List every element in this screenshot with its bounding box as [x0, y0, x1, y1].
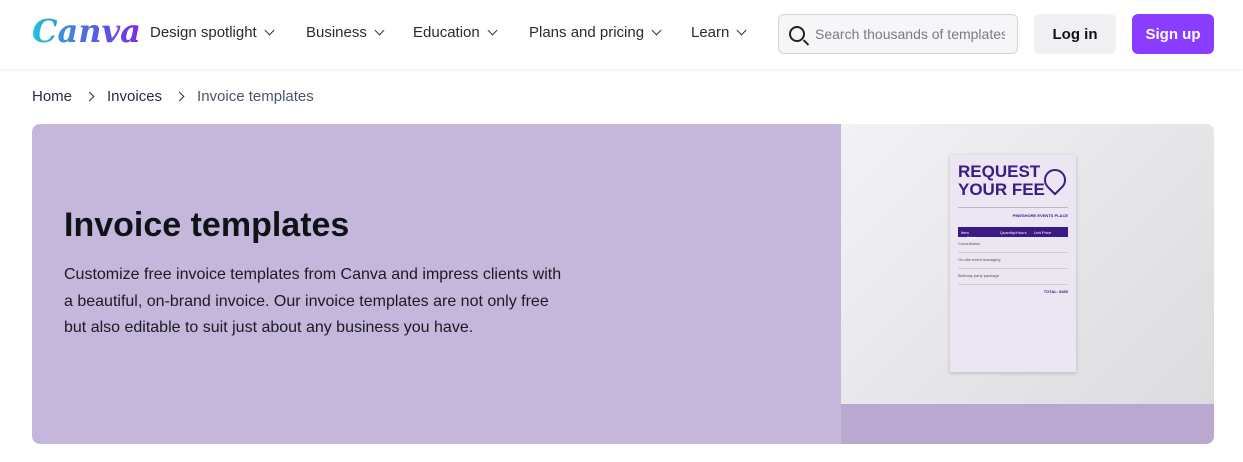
chevron-down-icon — [651, 25, 662, 36]
col: Unit Price — [1033, 230, 1052, 235]
col: Total — [967, 235, 976, 240]
col: Quantity/Hours — [999, 230, 1027, 235]
breadcrumb-invoices[interactable]: Invoices — [107, 88, 162, 105]
top-nav: Canva Design spotlight Business Educatio… — [0, 0, 1243, 69]
hero-image: REQUEST YOUR FEE PINESHORE EVENTS PLACE … — [841, 124, 1214, 404]
nav-education[interactable]: Education — [413, 24, 498, 41]
breadcrumb: Home Invoices Invoice templates — [32, 88, 314, 105]
nav-plans-pricing[interactable]: Plans and pricing — [529, 24, 662, 41]
nav-learn[interactable]: Learn — [691, 24, 747, 41]
preview-total: TOTAL: $450 — [1043, 289, 1068, 294]
search-box[interactable] — [778, 14, 1018, 54]
hero-description: Customize free invoice templates from Ca… — [64, 266, 562, 336]
canva-logo[interactable]: Canva — [32, 12, 141, 50]
breadcrumb-current: Invoice templates — [197, 88, 314, 105]
hero-banner: Invoice templates Customize free invoice… — [32, 124, 1214, 444]
image-strip — [841, 404, 1214, 444]
nav-label: Business — [306, 24, 367, 41]
nav-label: Plans and pricing — [529, 24, 645, 41]
chevron-right-icon — [84, 91, 95, 102]
preview-row: On-site event managing — [958, 253, 1068, 269]
signup-button[interactable]: Sign up — [1132, 14, 1214, 54]
chevron-down-icon — [487, 25, 498, 36]
chevron-down-icon — [736, 25, 747, 36]
invoice-preview: REQUEST YOUR FEE PINESHORE EVENTS PLACE … — [950, 155, 1076, 372]
login-button[interactable]: Log in — [1034, 14, 1116, 54]
nav-label: Design spotlight — [150, 24, 257, 41]
preview-table-header: Item Quantity/Hours Unit Price Total — [958, 227, 1068, 240]
page-title: Invoice templates — [64, 206, 350, 244]
nav-label: Education — [413, 24, 480, 41]
nav-label: Learn — [691, 24, 730, 41]
preview-company: PINESHORE EVENTS PLACE — [1012, 213, 1068, 218]
nav-business[interactable]: Business — [306, 24, 385, 41]
breadcrumb-home[interactable]: Home — [32, 88, 72, 105]
search-input[interactable] — [815, 26, 1005, 42]
chevron-down-icon — [374, 25, 385, 36]
search-icon — [789, 26, 805, 42]
chevron-right-icon — [174, 91, 185, 102]
nav-design-spotlight[interactable]: Design spotlight — [150, 24, 275, 41]
chevron-down-icon — [264, 25, 275, 36]
preview-row: Birthday party package — [958, 269, 1068, 285]
